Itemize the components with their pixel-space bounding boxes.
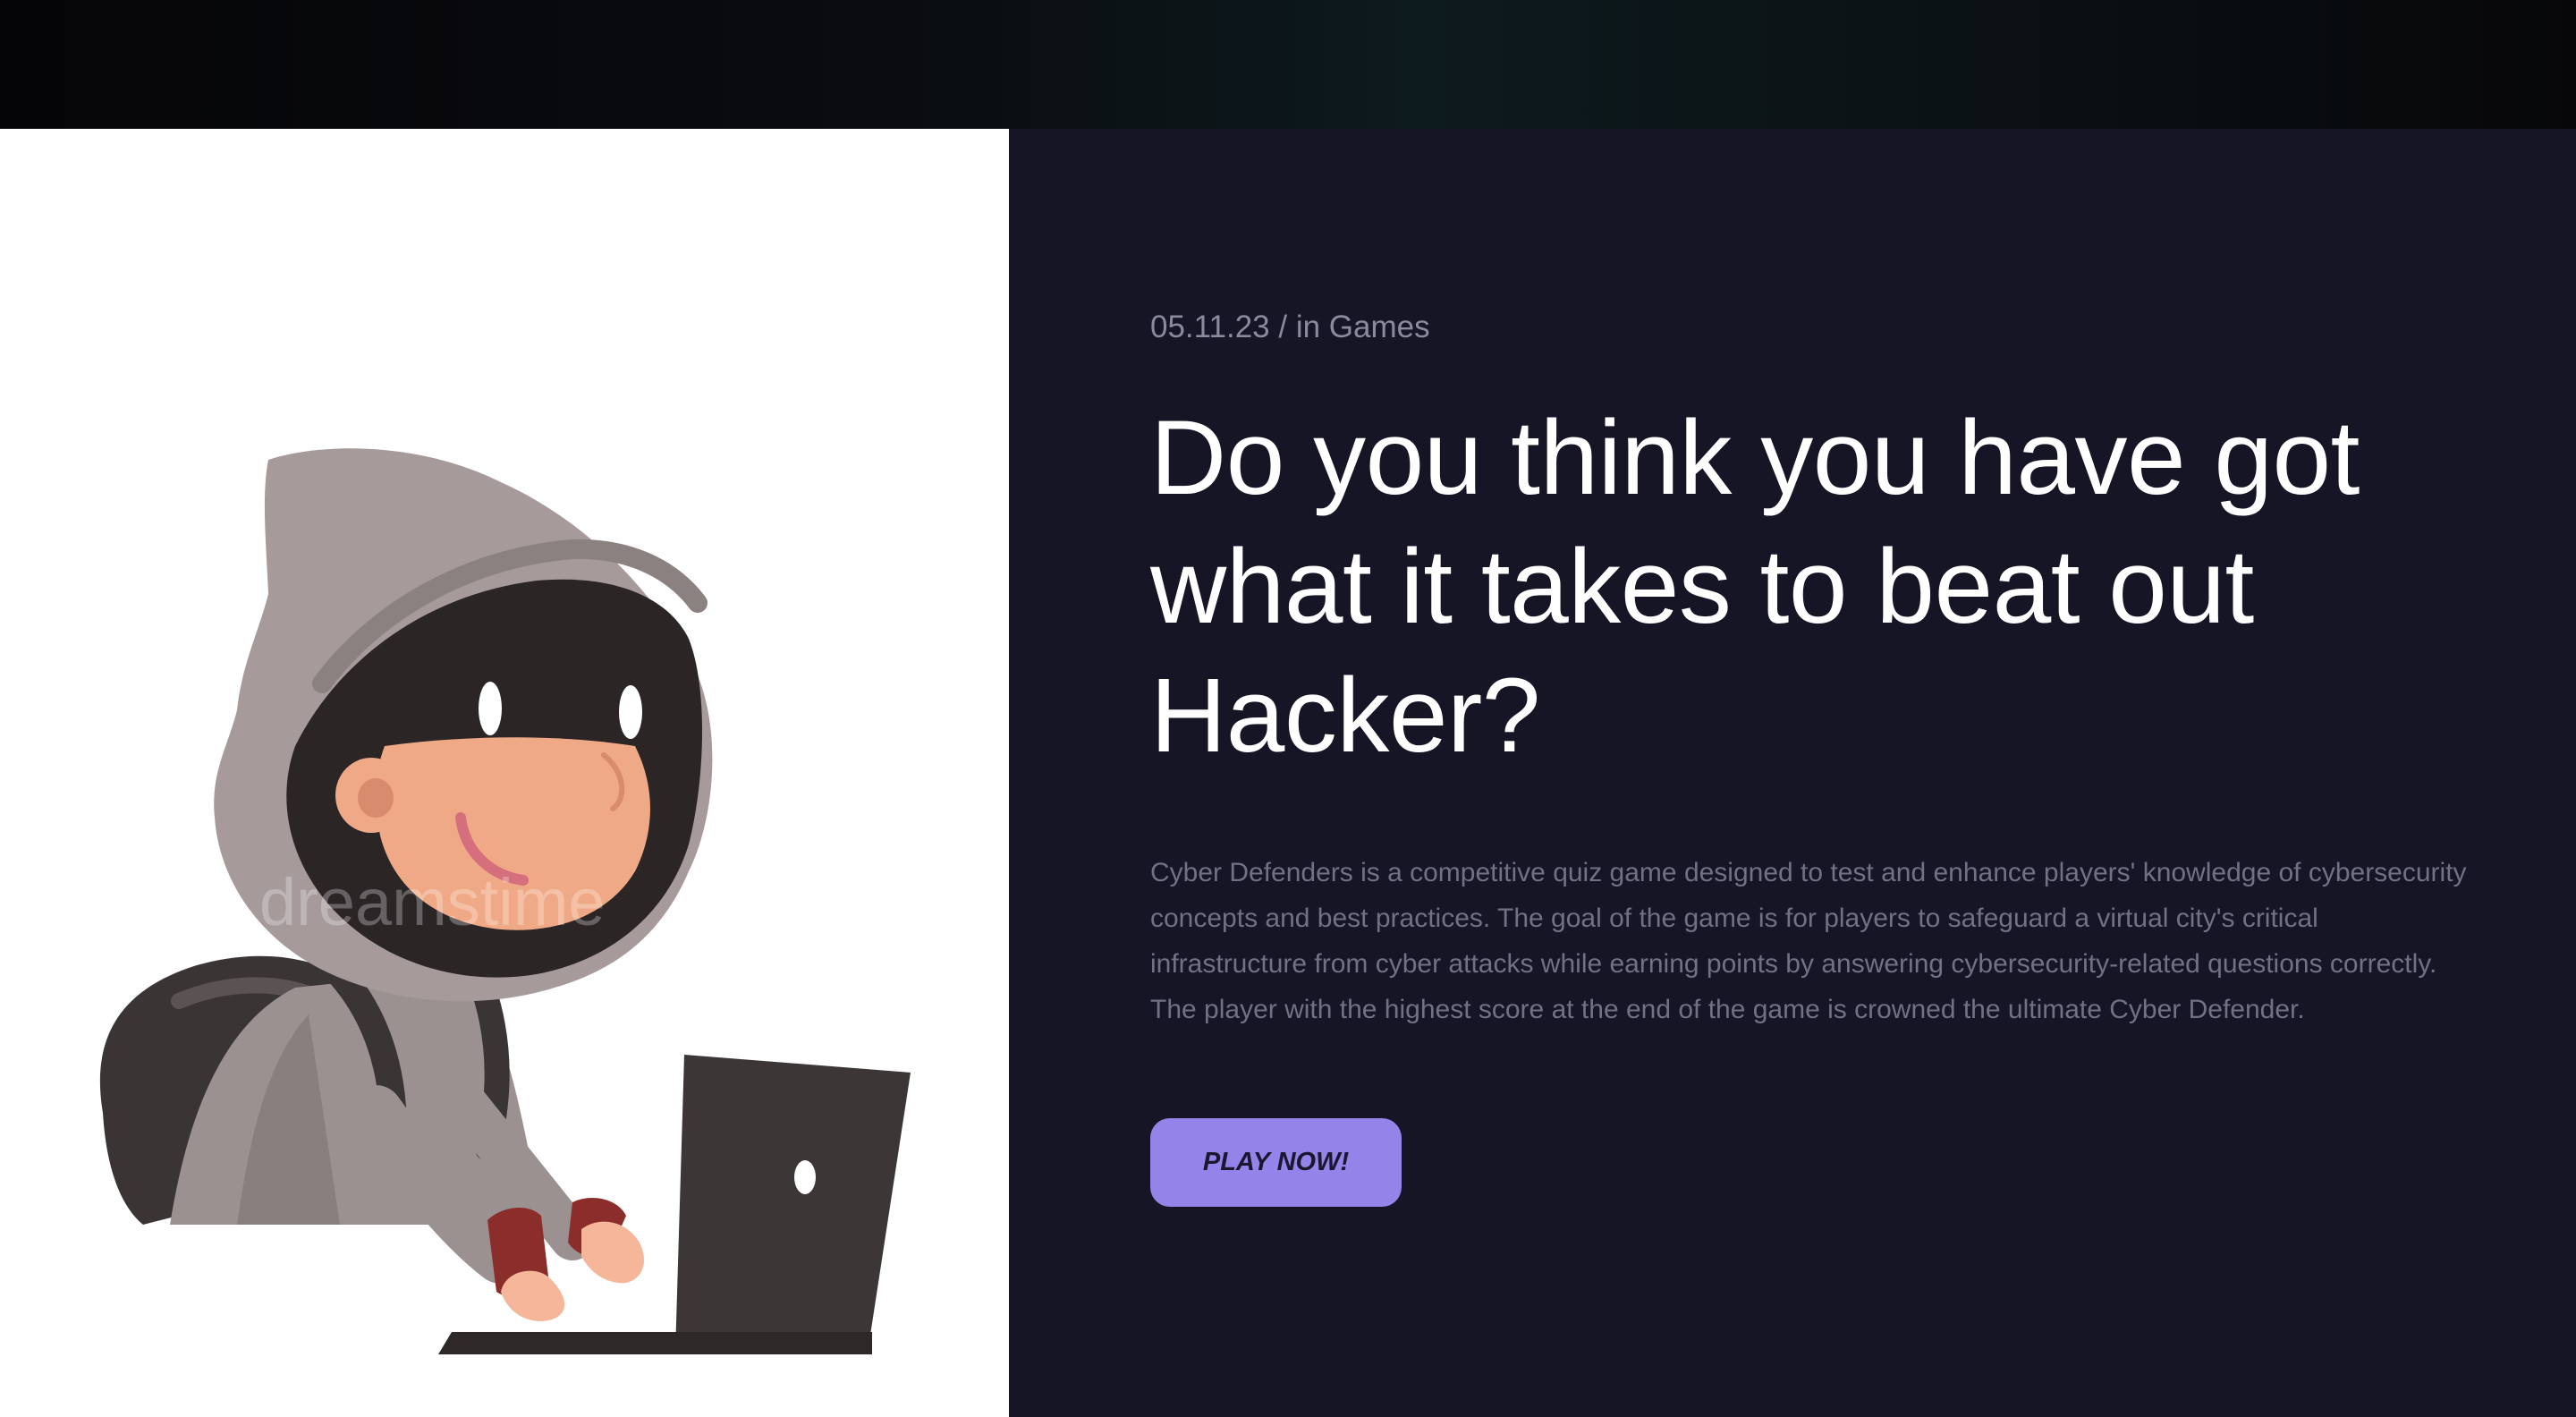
top-header-bar [0, 0, 2576, 129]
watermark-text: dreamstime [259, 865, 606, 939]
hacker-illustration-icon: dreamstime [99, 448, 911, 1354]
play-now-button[interactable]: PLAY NOW! [1150, 1118, 1402, 1207]
game-description: Cyber Defenders is a competitive quiz ga… [1150, 858, 2467, 1024]
page-title: Do you think you have got what it takes … [1150, 399, 2360, 775]
post-meta: 05.11.23 / in Games [1150, 310, 1430, 344]
hero-illustration-panel: dreamstime [0, 129, 1009, 1417]
